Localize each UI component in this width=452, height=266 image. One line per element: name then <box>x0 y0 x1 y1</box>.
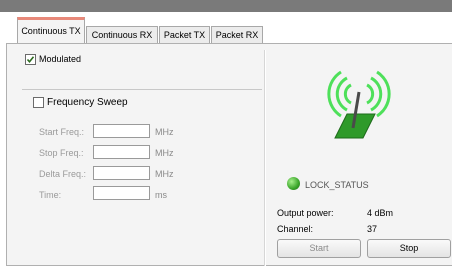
time-input[interactable] <box>93 186 150 200</box>
time-unit: ms <box>155 190 167 200</box>
delta-freq-input[interactable] <box>93 166 150 180</box>
stop-freq-unit: MHz <box>155 148 174 158</box>
channel-value: 37 <box>367 224 378 234</box>
frequency-sweep-checkbox[interactable] <box>33 97 44 108</box>
frequency-sweep-label: Frequency Sweep <box>47 97 128 108</box>
start-freq-input[interactable] <box>93 124 150 138</box>
antenna-transmitting-icon <box>327 70 391 139</box>
start-freq-label: Start Freq.: <box>39 127 85 137</box>
stop-freq-input[interactable] <box>93 145 150 159</box>
time-label: Time: <box>39 190 62 200</box>
output-power-value: 4 dBm <box>367 208 394 218</box>
window-top-bar <box>0 0 452 12</box>
tab-packet-rx[interactable]: Packet RX <box>211 26 263 43</box>
tab-continuous-tx[interactable]: Continuous TX <box>17 17 85 43</box>
channel-label: Channel: <box>277 224 314 234</box>
delta-freq-unit: MHz <box>155 169 174 179</box>
options-divider <box>22 89 262 90</box>
stop-button[interactable]: Stop <box>367 239 451 258</box>
start-button[interactable]: Start <box>277 239 361 258</box>
section-divider-highlight <box>265 50 266 266</box>
tab-continuous-rx[interactable]: Continuous RX <box>86 26 158 43</box>
start-freq-unit: MHz <box>155 127 174 137</box>
output-power-label: Output power: <box>277 208 334 218</box>
checkmark-icon <box>26 56 35 64</box>
modulated-checkbox[interactable] <box>25 54 36 65</box>
lock-status-label: LOCK_STATUS <box>305 180 369 190</box>
lock-status-led-icon <box>287 177 300 190</box>
delta-freq-label: Delta Freq.: <box>39 169 87 179</box>
tab-packet-tx[interactable]: Packet TX <box>159 26 210 43</box>
modulated-label: Modulated <box>39 54 82 64</box>
stop-freq-label: Stop Freq.: <box>39 148 84 158</box>
